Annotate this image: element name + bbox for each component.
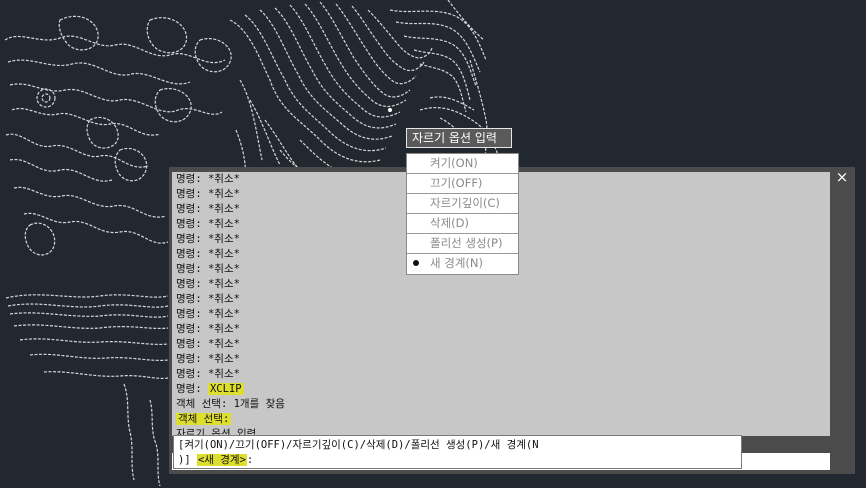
menu-item-label: 폴리선 생성(P) [430,236,503,250]
history-value: *취소* [207,233,240,245]
history-value: *취소* [207,293,240,305]
history-value: *취소* [207,323,240,335]
menu-item-label: 새 경계(N) [430,256,483,270]
selected-bullet-icon [413,260,419,266]
history-prefix: 명령: [176,173,202,185]
history-line-select: 객체 선택: [172,412,830,427]
close-icon[interactable]: × [834,169,850,185]
prompt-line-1: [켜기(ON)/끄기(OFF)/자르기깊이(C)/삭제(D)/폴리선 생성(P)… [178,439,539,451]
history-line-xclip: 명령: XCLIP [172,382,830,397]
history-prefix: 명령: [176,308,202,320]
history-line: 명령: *취소* [172,277,830,292]
menu-item-1[interactable]: 끄기(OFF) [407,174,518,194]
history-prefix: 명령: [176,338,202,350]
history-line: 명령: *취소* [172,352,830,367]
menu-item-label: 삭제(D) [430,216,469,230]
menu-item-label: 끄기(OFF) [430,176,483,190]
prompt-line-2-suffix: : [246,454,254,466]
history-prefix: 명령: [176,203,202,215]
history-line-found: 객체 선택: 1개를 찾음 [172,397,830,412]
history-prefix: 명령: [176,368,202,380]
menu-item-5[interactable]: 새 경계(N) [407,254,518,274]
menu-item-label: 켜기(ON) [430,156,478,170]
history-line: 명령: *취소* [172,337,830,352]
history-line: 명령: *취소* [172,307,830,322]
history-prefix: 명령: [176,263,202,275]
prompt-line-2-prefix: )] [178,454,197,466]
select-prompt: 객체 선택: [176,413,232,425]
menu-item-0[interactable]: 켜기(ON) [407,154,518,174]
clip-options-menu: 켜기(ON) 끄기(OFF) 자르기깊이(C) 삭제(D) 폴리선 생성(P) 새 경계(… [406,153,519,275]
history-prefix: 명령: [176,383,202,395]
history-value: *취소* [207,368,240,380]
history-value: *취소* [207,353,240,365]
xclip-command: XCLIP [207,383,244,395]
default-option-new-boundary[interactable]: <새 경계> [196,454,247,466]
history-line: 명령: *취소* [172,322,830,337]
cursor-point [388,108,392,112]
history-value: *취소* [207,248,240,260]
history-prefix: 명령: [176,233,202,245]
history-line: 명령: *취소* [172,367,830,382]
command-prompt[interactable]: [켜기(ON)/끄기(OFF)/자르기깊이(C)/삭제(D)/폴리선 생성(P)… [173,435,742,469]
history-line: 명령: *취소* [172,292,830,307]
history-value: *취소* [207,338,240,350]
menu-item-label: 자르기깊이(C) [430,196,500,210]
history-prefix: 명령: [176,248,202,260]
prompt-line-2: )] <새 경계>: [178,453,737,468]
history-prefix: 명령: [176,218,202,230]
menu-item-2[interactable]: 자르기깊이(C) [407,194,518,214]
menu-item-4[interactable]: 폴리선 생성(P) [407,234,518,254]
history-value: *취소* [207,188,240,200]
menu-item-3[interactable]: 삭제(D) [407,214,518,234]
history-value: *취소* [207,263,240,275]
history-prefix: 명령: [176,188,202,200]
history-prefix: 명령: [176,323,202,335]
history-value: *취소* [207,308,240,320]
history-prefix: 명령: [176,278,202,290]
history-value: *취소* [207,173,240,185]
dynamic-input-tooltip: 자르기 옵션 입력 [406,128,512,148]
history-value: *취소* [207,203,240,215]
history-value: 객체 선택: 1개를 찾음 [176,398,285,410]
tooltip-text: 자르기 옵션 입력 [412,131,497,145]
history-prefix: 명령: [176,353,202,365]
history-value: *취소* [207,278,240,290]
history-prefix: 명령: [176,293,202,305]
history-value: *취소* [207,218,240,230]
